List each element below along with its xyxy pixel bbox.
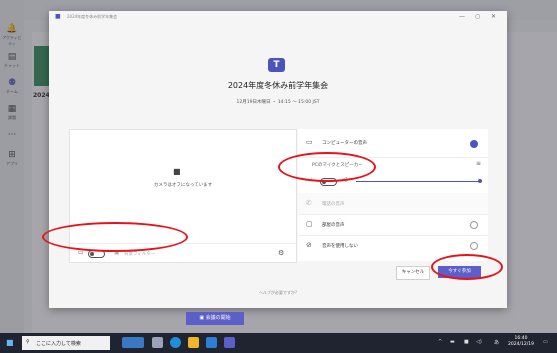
mic-toggle[interactable] bbox=[320, 178, 337, 186]
start-meeting-button[interactable]: ▣ 会議の開始 bbox=[186, 312, 244, 325]
speaker-icon: ◁ bbox=[342, 176, 347, 183]
edge-icon[interactable] bbox=[170, 337, 181, 348]
windows-start-icon[interactable]: ■ bbox=[6, 338, 14, 347]
toggle-knob bbox=[90, 252, 94, 256]
volume-slider[interactable] bbox=[356, 181, 480, 182]
phone-icon: ✆ bbox=[306, 199, 312, 207]
radio-computer-audio[interactable] bbox=[470, 140, 478, 148]
camera-icon: ▭ bbox=[78, 249, 84, 256]
notification-icon[interactable]: ▭ bbox=[543, 339, 548, 345]
camera-off-icon: ■ bbox=[173, 167, 181, 176]
audio-option-computer[interactable]: ▭ コンピューターの音声 bbox=[298, 129, 488, 158]
search-icon: ⚲ bbox=[26, 339, 30, 345]
ime-icon[interactable]: あ bbox=[494, 339, 499, 346]
close-icon[interactable]: ✕ bbox=[491, 13, 496, 20]
no-audio-icon: ⊘ bbox=[306, 241, 312, 249]
windows-taskbar: ■ ⚲ ここに入力して検索 ^ ▬ ■ ◁) あ 16:40 2024/12/19… bbox=[0, 333, 557, 353]
meeting-title: 2024年度冬休み前学年集会 bbox=[227, 81, 329, 90]
teams-small-icon: ■ bbox=[55, 13, 61, 20]
monitor-icon: ▭ bbox=[306, 138, 313, 146]
audio-option-room[interactable]: ▢ 部屋の音声 bbox=[298, 214, 488, 236]
taskbar-clock[interactable]: 16:40 2024/12/19 bbox=[508, 336, 534, 348]
device-settings-icon[interactable]: ≡ bbox=[476, 160, 481, 167]
audio-option-none[interactable]: ⊘ 音声を使用しない bbox=[298, 235, 488, 256]
device-label: PCのマイクとスピーカー bbox=[312, 163, 363, 168]
maximize-icon[interactable]: ○ bbox=[475, 13, 480, 20]
taskbar-app-icon[interactable] bbox=[152, 337, 163, 348]
video-preview: ■ カメラはオフになっています ▭ ▣ 背景フィルター ⚙ bbox=[69, 129, 297, 263]
camera-off-text: カメラはオフになっています bbox=[153, 183, 213, 188]
volume-slider-thumb[interactable] bbox=[478, 179, 482, 183]
teams-taskbar-icon[interactable] bbox=[224, 337, 235, 348]
background-effects-icon: ▣ bbox=[114, 249, 120, 256]
help-link[interactable]: ヘルプが必要ですか? bbox=[49, 290, 507, 296]
meeting-time: 12月19日木曜日 ・ 14:15 ～ 15:00 JST bbox=[236, 100, 320, 105]
tray-chevron-icon[interactable]: ^ bbox=[438, 339, 442, 345]
task-view-icon[interactable] bbox=[122, 337, 144, 348]
dialog-title-bar: ■ 2024年度冬休み前学年集会 — ○ ✕ bbox=[49, 11, 507, 25]
camera-toggle[interactable] bbox=[88, 250, 105, 258]
battery-icon[interactable]: ■ bbox=[464, 339, 469, 345]
prejoin-dialog: ■ 2024年度冬休み前学年集会 — ○ ✕ T 2024年度冬休み前学年集会 … bbox=[49, 11, 507, 308]
cancel-button[interactable]: キャンセル bbox=[396, 266, 430, 280]
radio-no-audio[interactable] bbox=[470, 242, 478, 250]
audio-option-phone[interactable]: ✆ 電話の音声 bbox=[298, 193, 488, 215]
settings-icon[interactable]: ⚙ bbox=[278, 249, 284, 257]
radio-room-audio[interactable] bbox=[470, 221, 478, 229]
join-now-button[interactable]: 今すぐ参加 bbox=[438, 266, 481, 278]
background-filter-button[interactable]: 背景フィルター bbox=[124, 251, 155, 257]
room-audio-icon: ▢ bbox=[306, 220, 313, 228]
volume-icon[interactable]: ◁) bbox=[476, 339, 482, 345]
minimize-icon[interactable]: — bbox=[459, 13, 465, 20]
mail-icon[interactable] bbox=[206, 337, 217, 348]
teams-logo-icon: T bbox=[268, 58, 285, 72]
dialog-window-title: 2024年度冬休み前学年集会 bbox=[67, 14, 118, 19]
video-toolbar: ▭ ▣ 背景フィルター ⚙ bbox=[70, 243, 296, 263]
file-explorer-icon[interactable] bbox=[188, 337, 199, 348]
toggle-knob bbox=[322, 180, 326, 184]
taskbar-search[interactable]: ⚲ ここに入力して検索 bbox=[22, 336, 110, 350]
network-icon[interactable]: ▬ bbox=[450, 339, 455, 345]
audio-panel: ▭ コンピューターの音声 PCのマイクとスピーカー ≡ ♩ ◁ ✆ 電話の音声 … bbox=[298, 129, 488, 261]
mic-icon: ♩ bbox=[310, 177, 313, 183]
